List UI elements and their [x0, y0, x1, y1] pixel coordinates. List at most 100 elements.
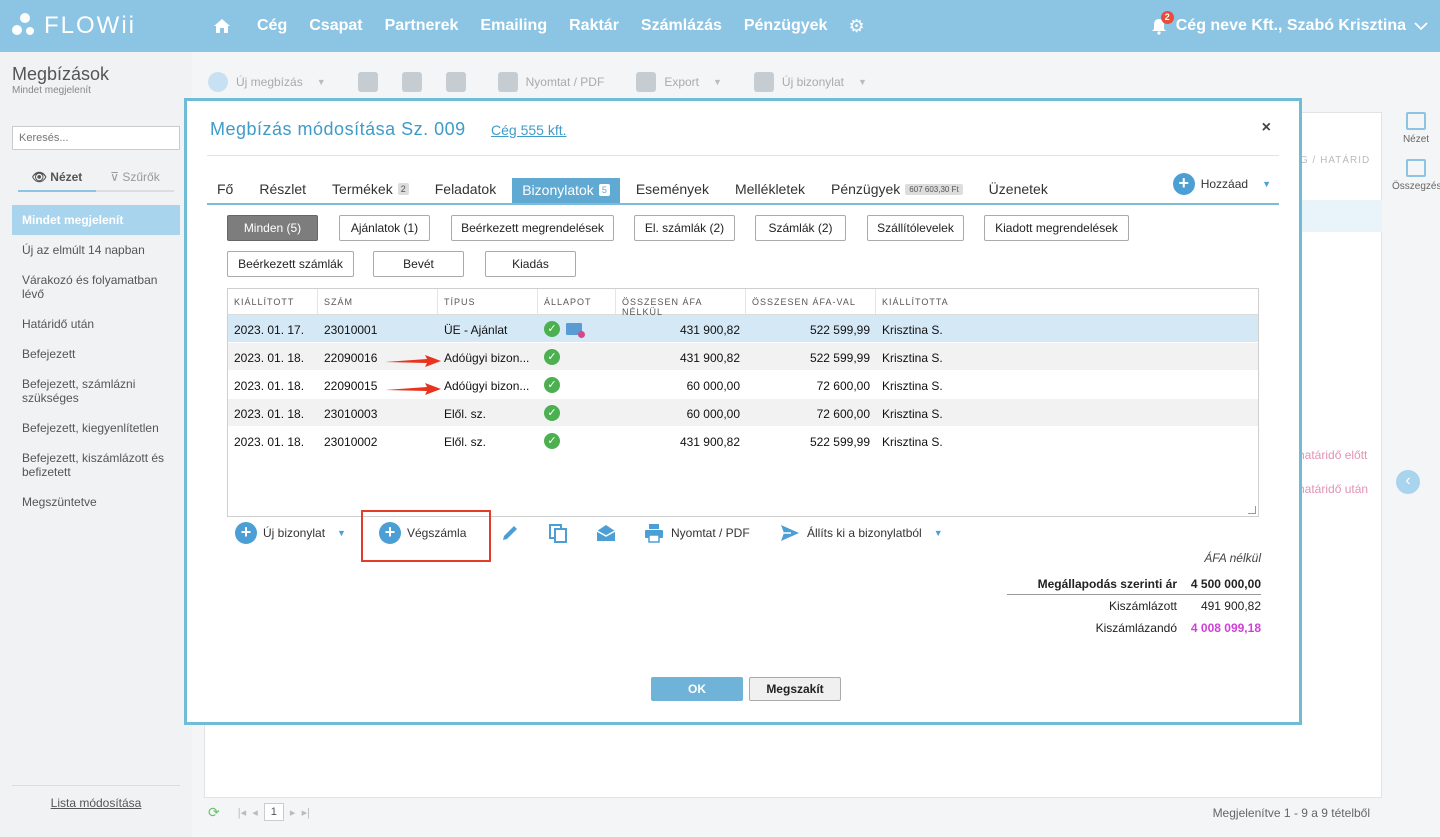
- table-row[interactable]: 2023. 01. 18. 23010002 Elől. sz. ✓ 431 9…: [228, 427, 1258, 455]
- tab-messages[interactable]: Üzenetek: [979, 181, 1058, 203]
- col-issued-by[interactable]: KIÁLLÍTOTTA: [876, 289, 1258, 314]
- tab-main[interactable]: Fő: [207, 181, 243, 203]
- tab-finance[interactable]: Pénzügyek 607 603,30 Ft: [821, 181, 973, 203]
- copy-button[interactable]: [401, 72, 422, 92]
- last-page-icon[interactable]: ▸|: [302, 806, 310, 819]
- tab-label: Fő: [217, 181, 234, 197]
- sidebar-item-cancelled[interactable]: Megszüntetve: [12, 487, 180, 517]
- filter-incoming-invoices[interactable]: Beérkezett számlák: [227, 251, 354, 277]
- agreed-price-row: Megállapodás szerinti ár 4 500 000,00: [1007, 573, 1261, 595]
- close-icon[interactable]: ×: [1262, 119, 1271, 137]
- new-document-button[interactable]: Új bizonylat ▼: [753, 72, 867, 92]
- cell-gross: 72 600,00: [816, 379, 870, 393]
- nav-item-partners[interactable]: Partnerek: [385, 17, 459, 35]
- caret-down-icon[interactable]: ▼: [713, 77, 722, 87]
- tab-view[interactable]: 👁 Nézet: [18, 170, 96, 192]
- col-net-total[interactable]: ÖSSZESEN ÁFA NÉLKÜL: [616, 289, 746, 317]
- tab-events[interactable]: Események: [626, 181, 719, 203]
- filter-issued-orders[interactable]: Kiadott megrendelések: [984, 215, 1129, 241]
- refresh-icon[interactable]: ⟳: [208, 804, 220, 821]
- rail-summary-button[interactable]: Összegzés: [1392, 159, 1440, 192]
- print-button[interactable]: Nyomtat / PDF: [497, 72, 605, 92]
- modal-title: Megbízás módosítása Sz. 009: [210, 119, 466, 139]
- tab-products[interactable]: Termékek 2: [322, 181, 419, 203]
- filter-all[interactable]: Minden (5): [227, 215, 318, 241]
- table-row[interactable]: 2023. 01. 17. 23010001 ÜE - Ajánlat ✓ 43…: [228, 315, 1258, 343]
- search-input[interactable]: [12, 126, 180, 150]
- company-link[interactable]: Cég 555 kft.: [491, 122, 567, 138]
- home-icon[interactable]: [212, 16, 232, 36]
- count-badge: 5: [598, 184, 610, 196]
- agreed-price-label: Megállapodás szerinti ár: [1037, 576, 1177, 591]
- table-row[interactable]: 2023. 01. 18. 23010003 Elől. sz. ✓ 60 00…: [228, 399, 1258, 427]
- col-status[interactable]: ÁLLAPOT: [538, 289, 616, 314]
- issue-from-document-button[interactable]: Állíts ki a bizonylatból ▼: [779, 522, 943, 544]
- tab-filters[interactable]: ⊽ Szűrők: [96, 170, 174, 192]
- nav-item-invoicing[interactable]: Számlázás: [641, 17, 722, 35]
- col-issued[interactable]: KIÁLLÍTOTT: [228, 289, 318, 314]
- chevron-left-icon[interactable]: ‹: [1396, 470, 1420, 494]
- resize-handle[interactable]: [1248, 506, 1256, 514]
- tab-details[interactable]: Részlet: [249, 181, 316, 203]
- filter-offers[interactable]: Ajánlatok (1): [339, 215, 430, 241]
- prev-page-icon[interactable]: ◂: [252, 806, 258, 819]
- col-type[interactable]: TÍPUS: [438, 289, 538, 314]
- sidebar-item-paid[interactable]: Befejezett, kiszámlázott és befizetett: [12, 443, 180, 487]
- sidebar-item-unpaid[interactable]: Befejezett, kiegyenlítetlen: [12, 413, 180, 443]
- page-number-input[interactable]: 1: [263, 803, 284, 821]
- add-button[interactable]: + Hozzáad ▼: [1172, 173, 1271, 195]
- sidebar-item-overdue[interactable]: Határidő után: [12, 309, 180, 339]
- email-document-button[interactable]: [595, 522, 617, 544]
- edit-list-link[interactable]: Lista módosítása: [12, 785, 180, 810]
- nav-item-company[interactable]: Cég: [257, 17, 287, 35]
- caret-down-icon[interactable]: ▼: [934, 528, 943, 538]
- sidebar-item-all[interactable]: Mindet megjelenít: [12, 205, 180, 235]
- sidebar-item-finished[interactable]: Befejezett: [12, 339, 180, 369]
- caret-down-icon[interactable]: ▼: [317, 77, 326, 87]
- filter-invoices[interactable]: Számlák (2): [755, 215, 846, 241]
- new-order-button[interactable]: Új megbízás ▼: [208, 72, 326, 92]
- edit-button[interactable]: [357, 72, 378, 92]
- first-page-icon[interactable]: |◂: [238, 806, 246, 819]
- print-label: Nyomtat / PDF: [525, 75, 605, 89]
- print-document-button[interactable]: Nyomtat / PDF: [643, 522, 750, 544]
- delete-button[interactable]: [445, 72, 466, 92]
- caret-down-icon[interactable]: ▼: [1262, 179, 1271, 189]
- gear-icon[interactable]: ⚙: [848, 16, 864, 37]
- chevron-down-icon[interactable]: [1414, 21, 1428, 31]
- copy-document-button[interactable]: [547, 522, 569, 544]
- invoiced-row: Kiszámlázott 491 900,82: [1007, 595, 1261, 617]
- cell-number: 23010003: [324, 407, 378, 421]
- tab-tasks[interactable]: Feladatok: [425, 181, 506, 203]
- bell-icon[interactable]: 2: [1150, 11, 1174, 35]
- filter-expense[interactable]: Kiadás: [485, 251, 576, 277]
- user-menu[interactable]: 2 Cég neve Kft., Szabó Krisztina: [1150, 0, 1428, 52]
- edit-document-button[interactable]: [499, 522, 521, 544]
- tab-attachments[interactable]: Mellékletek: [725, 181, 815, 203]
- ok-button[interactable]: OK: [651, 677, 743, 701]
- tab-filters-label: Szűrők: [122, 170, 160, 184]
- export-button[interactable]: Export ▼: [636, 72, 722, 92]
- next-page-icon[interactable]: ▸: [290, 806, 296, 819]
- sidebar-item-to-invoice[interactable]: Befejezett, számlázni szükséges: [12, 369, 180, 413]
- cell-type: ÜE - Ajánlat: [444, 323, 508, 337]
- nav-item-emailing[interactable]: Emailing: [480, 17, 547, 35]
- nav-item-finance[interactable]: Pénzügyek: [744, 17, 828, 35]
- app-logo[interactable]: FLOWii: [0, 12, 200, 40]
- filter-incoming-orders[interactable]: Beérkezett megrendelések: [451, 215, 614, 241]
- tab-documents[interactable]: Bizonylatok 5: [512, 178, 620, 203]
- caret-down-icon[interactable]: ▼: [858, 77, 867, 87]
- nav-item-warehouse[interactable]: Raktár: [569, 17, 619, 35]
- col-gross-total[interactable]: ÖSSZESEN ÁFA-VAL: [746, 289, 876, 314]
- nav-item-team[interactable]: Csapat: [309, 17, 362, 35]
- cancel-button[interactable]: Megszakít: [749, 677, 841, 701]
- sidebar-item-pending[interactable]: Várakozó és folyamatban lévő: [12, 265, 180, 309]
- filter-income[interactable]: Bevét: [373, 251, 464, 277]
- filter-delivery-notes[interactable]: Szállítólevelek: [867, 215, 964, 241]
- col-number[interactable]: SZÁM: [318, 289, 438, 314]
- filter-e-invoices[interactable]: El. számlák (2): [634, 215, 735, 241]
- caret-down-icon[interactable]: ▼: [337, 528, 346, 538]
- rail-view-button[interactable]: Nézet: [1392, 112, 1440, 145]
- new-document-button[interactable]: + Új bizonylat ▼: [235, 522, 346, 544]
- sidebar-item-new-14-days[interactable]: Új az elmúlt 14 napban: [12, 235, 180, 265]
